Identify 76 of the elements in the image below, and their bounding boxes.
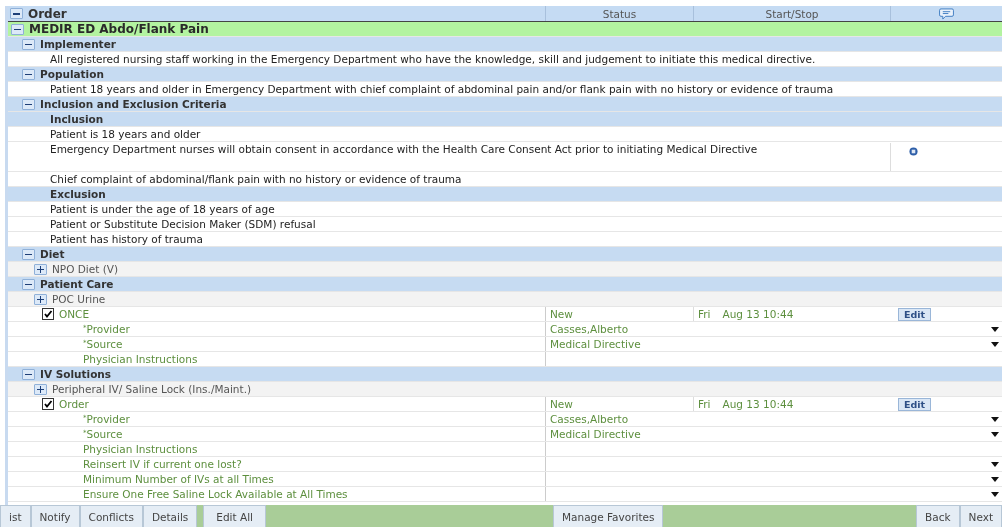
subheader: Exclusion	[50, 188, 106, 200]
order-sentence: Order	[59, 398, 89, 410]
footer-tab[interactable]: ist	[0, 505, 31, 527]
column-header[interactable]: Start/Stop	[765, 7, 819, 20]
start-time: Aug 13 10:44	[722, 308, 794, 320]
detail-label: Minimum Number of IVs at all Times	[83, 473, 274, 485]
order-name[interactable]: Peripheral IV/ Saline Lock (Ins./Maint.)	[52, 383, 252, 395]
section-title: IV Solutions	[40, 368, 112, 380]
footer-tab[interactable]: Notify	[30, 505, 80, 527]
edit-button[interactable]: Edit	[898, 397, 932, 411]
collapse-toggle[interactable]	[11, 23, 24, 35]
detail-label: Ensure One Free Saline Lock Available at All Times	[83, 488, 348, 500]
start-day: Fri	[698, 308, 711, 320]
expand-toggle[interactable]	[34, 383, 47, 395]
detail-value: Medical Directive	[550, 428, 641, 440]
edit-button[interactable]: Edit	[898, 307, 932, 321]
expand-toggle[interactable]	[34, 293, 47, 305]
dropdown-icon[interactable]	[991, 476, 999, 482]
dropdown-icon[interactable]	[991, 326, 999, 332]
criteria-text: Chief complaint of abdominal/flank pain with no history or evidence of trauma	[50, 173, 462, 185]
comment-icon	[939, 7, 954, 20]
collapse-toggle[interactable]	[22, 368, 35, 380]
subheader: Inclusion	[50, 113, 104, 125]
column-header[interactable]: Status	[602, 7, 637, 20]
order-status: New	[550, 398, 573, 410]
detail-value: Casses,Alberto	[550, 323, 629, 335]
section-title: Inclusion and Exclusion Criteria	[40, 98, 227, 110]
manage-favorites-button[interactable]: Manage Favorites	[553, 505, 664, 527]
column-header[interactable]: Order	[28, 6, 67, 21]
nav-button[interactable]: Next	[959, 505, 1002, 527]
collapse-toggle[interactable]	[22, 68, 35, 80]
order-name[interactable]: NPO Diet (V)	[52, 263, 119, 275]
expand-toggle[interactable]	[34, 263, 47, 275]
detail-label: $^{*}$Provider	[83, 413, 130, 425]
section-title: Patient Care	[40, 278, 114, 290]
detail-label: Reinsert IV if current one lost?	[83, 458, 242, 470]
dropdown-icon[interactable]	[991, 491, 999, 497]
collapse-toggle[interactable]	[22, 98, 35, 110]
detail-label: $^{*}$Provider	[83, 323, 130, 335]
detail-label: $^{*}$Source	[83, 428, 123, 440]
note-icon[interactable]	[909, 147, 918, 156]
start-time: Aug 13 10:44	[722, 398, 794, 410]
section-title: Implementer	[40, 38, 116, 50]
criteria-text: Patient is under the age of 18 years of age	[50, 203, 275, 215]
collapse-toggle[interactable]	[10, 8, 23, 19]
nav-button[interactable]: Back	[916, 505, 960, 527]
plan-title: MEDIR ED Abdo/Flank Pain	[29, 22, 209, 36]
detail-label: Physician Instructions	[83, 353, 198, 365]
dropdown-icon[interactable]	[991, 341, 999, 347]
edit-all-button[interactable]: Edit All	[203, 505, 266, 527]
criteria-text: Patient is 18 years and older	[50, 128, 201, 140]
order-status: New	[550, 308, 573, 320]
collapse-toggle[interactable]	[22, 278, 35, 290]
order-checkbox[interactable]	[42, 398, 54, 410]
collapse-toggle[interactable]	[22, 38, 35, 50]
dropdown-icon[interactable]	[991, 416, 999, 422]
criteria-text: Emergency Department nurses will obtain consent in accordance with the Health Care Consent Act prior to initiating Medical Directive	[50, 143, 759, 155]
detail-value: Casses,Alberto	[550, 413, 629, 425]
section-title: Population	[40, 68, 104, 80]
dropdown-icon[interactable]	[991, 461, 999, 467]
order-name[interactable]: POC Urine	[52, 293, 106, 305]
criteria-text: Patient 18 years and older in Emergency Department with chief complaint of abdominal pain and/or flank pain with no history or evidence of trauma	[50, 83, 834, 95]
footer-tab[interactable]: Conflicts	[79, 505, 143, 527]
criteria-text: Patient has history of trauma	[50, 233, 203, 245]
detail-label: $^{*}$Source	[83, 338, 123, 350]
start-day: Fri	[698, 398, 711, 410]
detail-value: Medical Directive	[550, 338, 641, 350]
detail-label: Physician Instructions	[83, 443, 198, 455]
order-sentence: ONCE	[59, 308, 90, 320]
criteria-text: All registered nursing staff working in the Emergency Department who have the knowledge, skill and judgement to initiate this medical directive.	[50, 53, 816, 65]
footer-tab[interactable]: Details	[142, 505, 198, 527]
collapse-toggle[interactable]	[22, 248, 35, 260]
dropdown-icon[interactable]	[991, 431, 999, 437]
order-checkbox[interactable]	[42, 308, 54, 320]
section-title: Diet	[40, 248, 65, 260]
criteria-text: Patient or Substitute Decision Maker (SDM) refusal	[50, 218, 316, 230]
